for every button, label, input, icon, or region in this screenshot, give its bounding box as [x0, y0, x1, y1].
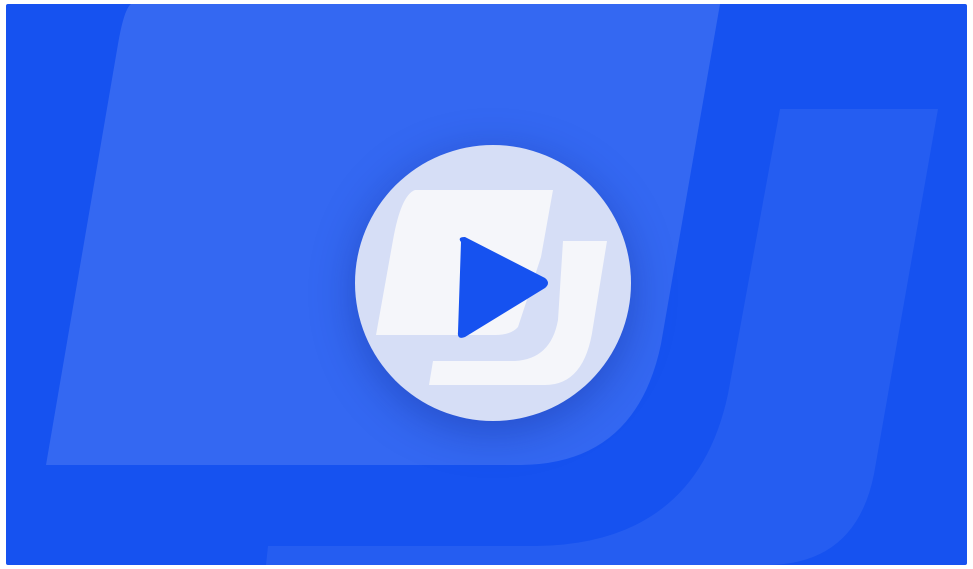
play-video-button[interactable]: [355, 145, 631, 421]
brand-logo-icon: [355, 145, 631, 421]
video-thumbnail[interactable]: [6, 4, 967, 565]
